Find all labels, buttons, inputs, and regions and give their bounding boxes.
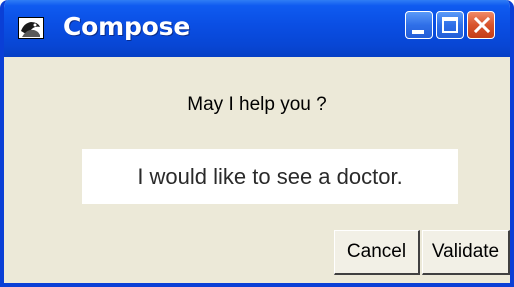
validate-button[interactable]: Validate (422, 230, 510, 275)
compose-app-icon (18, 17, 44, 39)
minimize-button[interactable] (405, 11, 433, 39)
maximize-icon (442, 17, 458, 33)
title-bar[interactable]: Compose (4, 0, 510, 57)
cancel-button[interactable]: Cancel (334, 230, 420, 275)
compose-window: Compose May I help you ? Cancel Validate (0, 0, 514, 287)
dialog-content: May I help you ? Cancel Validate (4, 57, 510, 283)
close-button[interactable] (467, 11, 495, 39)
minimize-icon (412, 30, 424, 34)
close-icon (473, 16, 491, 34)
maximize-button[interactable] (436, 11, 464, 39)
window-title: Compose (63, 12, 191, 41)
prompt-label: May I help you ? (187, 94, 327, 115)
answer-input[interactable] (82, 149, 458, 204)
